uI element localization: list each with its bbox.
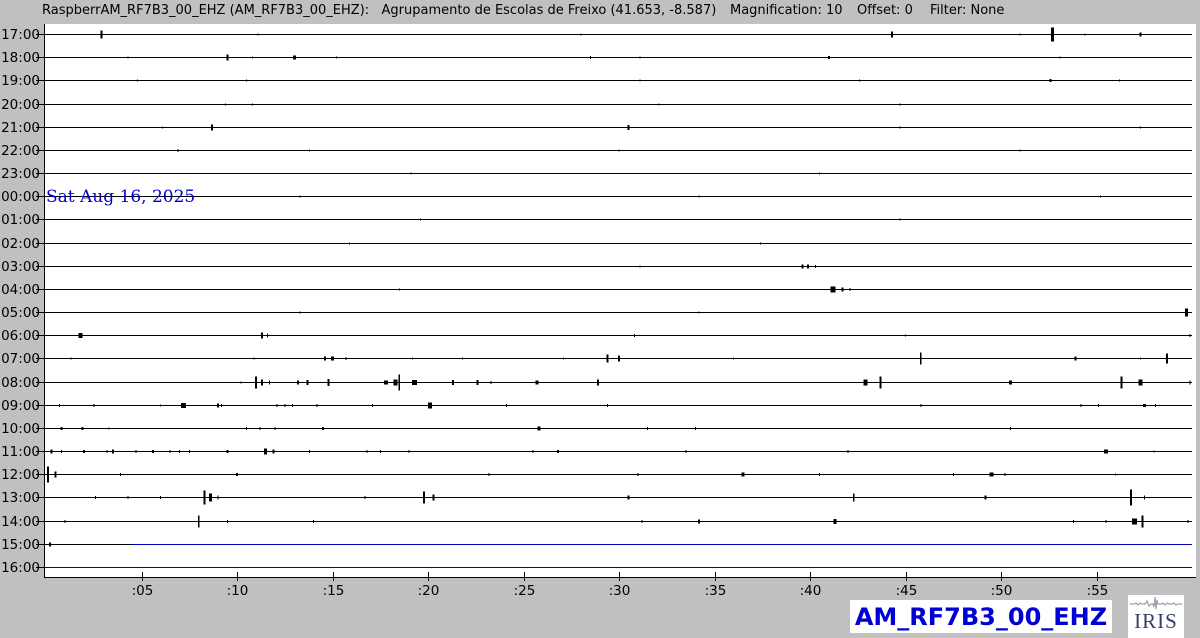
y-axis-label: 11:00 bbox=[1, 444, 40, 460]
y-axis-label: 00:00 bbox=[1, 189, 40, 205]
x-axis-label: :25 bbox=[514, 583, 536, 599]
date-label: Sat Aug 16, 2025 bbox=[46, 187, 195, 207]
station-code-label: AM_RF7B3_00_EHZ bbox=[855, 603, 1107, 631]
x-axis-label: :05 bbox=[132, 583, 154, 599]
y-axis-label: 22:00 bbox=[1, 143, 40, 159]
y-axis-label: 10:00 bbox=[1, 421, 40, 437]
iris-logo-text: IRIS bbox=[1134, 611, 1178, 632]
y-axis-label: 04:00 bbox=[1, 282, 40, 298]
x-axis-label: :55 bbox=[1087, 583, 1109, 599]
y-axis-label: 16:00 bbox=[1, 560, 40, 576]
y-axis-label: 05:00 bbox=[1, 305, 40, 321]
helicorder-window: RaspberrAM_RF7B3_00_EHZ (AM_RF7B3_00_EHZ… bbox=[0, 0, 1200, 638]
y-axis-label: 20:00 bbox=[1, 97, 40, 113]
y-axis-label: 01:00 bbox=[1, 212, 40, 228]
y-axis-label: 19:00 bbox=[1, 73, 40, 89]
y-axis-label: 13:00 bbox=[1, 490, 40, 506]
x-axis-label: :40 bbox=[800, 583, 822, 599]
iris-logo: IRIS bbox=[1128, 595, 1184, 638]
x-axis-label: :15 bbox=[323, 583, 345, 599]
y-axis-label: 21:00 bbox=[1, 120, 40, 136]
y-axis-label: 12:00 bbox=[1, 467, 40, 483]
y-axis-label: 06:00 bbox=[1, 328, 40, 344]
y-axis-label: 14:00 bbox=[1, 514, 40, 530]
y-axis-label: 07:00 bbox=[1, 351, 40, 367]
x-axis-label: :50 bbox=[991, 583, 1013, 599]
x-axis-label: :45 bbox=[896, 583, 918, 599]
y-axis-label: 09:00 bbox=[1, 398, 40, 414]
x-axis-label: :10 bbox=[227, 583, 249, 599]
helicorder-plot: :05 :10 :15 :20 :25 :30 :35 :40 :45 :50 :55 17:00 18… bbox=[0, 0, 1200, 638]
y-axis-label: 03:00 bbox=[1, 259, 40, 275]
x-axis-label: :35 bbox=[705, 583, 727, 599]
y-axis-label: 08:00 bbox=[1, 375, 40, 391]
y-axis-label: 17:00 bbox=[1, 27, 40, 43]
y-axis-label: 23:00 bbox=[1, 166, 40, 182]
y-axis-label: 15:00 bbox=[1, 537, 40, 553]
y-axis-label: 18:00 bbox=[1, 50, 40, 66]
x-axis-label: :20 bbox=[418, 583, 440, 599]
y-axis-label: 02:00 bbox=[1, 236, 40, 252]
x-axis-label: :30 bbox=[609, 583, 631, 599]
plot-background bbox=[44, 24, 1196, 577]
station-code-box: AM_RF7B3_00_EHZ bbox=[850, 600, 1112, 633]
